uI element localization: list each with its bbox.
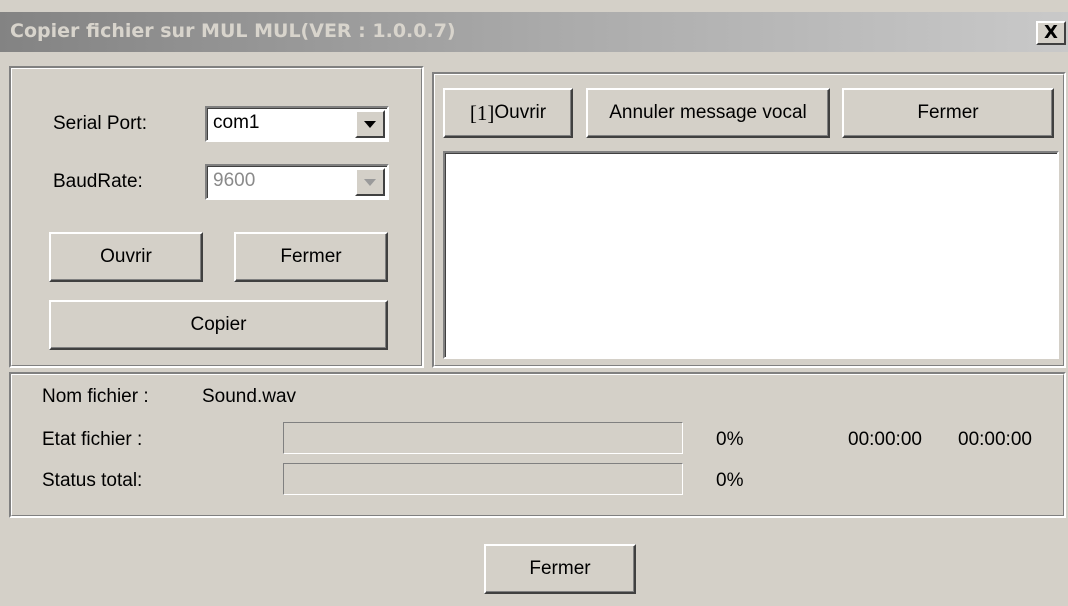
open-file-button[interactable]: [1] Ouvrir	[443, 88, 573, 138]
remaining-time: 00:00:00	[958, 429, 1032, 450]
file-percent: 0%	[716, 429, 744, 450]
baudrate-value: 9600	[213, 170, 256, 191]
serial-port-value: com1	[213, 112, 260, 133]
cancel-voice-message-button[interactable]: Annuler message vocal	[586, 88, 830, 138]
baudrate-select: 9600	[205, 164, 389, 200]
window-title: Copier fichier sur MUL MUL(VER : 1.0.0.7…	[10, 20, 456, 42]
filename-value: Sound.wav	[202, 386, 297, 407]
voice-message-log[interactable]	[443, 151, 1059, 359]
footer-close-button[interactable]: Fermer	[484, 544, 636, 594]
open-file-prefix: [1]	[469, 100, 495, 125]
chevron-down-icon	[355, 168, 385, 196]
dialog-window: Copier fichier sur MUL MUL(VER : 1.0.0.7…	[0, 0, 1068, 606]
title-bar[interactable]: Copier fichier sur MUL MUL(VER : 1.0.0.7…	[0, 12, 1068, 52]
total-percent: 0%	[716, 470, 744, 491]
baudrate-label: BaudRate:	[53, 171, 143, 192]
total-progress-bar	[283, 463, 683, 495]
close-icon[interactable]: X	[1036, 21, 1066, 45]
file-progress-bar	[283, 422, 683, 454]
total-status-label: Status total:	[42, 470, 143, 491]
open-file-label: Ouvrir	[494, 102, 547, 123]
file-state-label: Etat fichier :	[42, 429, 143, 450]
close-port-button[interactable]: Fermer	[234, 232, 388, 282]
chevron-down-icon[interactable]	[355, 110, 385, 138]
serial-port-select[interactable]: com1	[205, 106, 389, 142]
open-port-button[interactable]: Ouvrir	[49, 232, 203, 282]
serial-port-label: Serial Port:	[53, 113, 147, 134]
elapsed-time: 00:00:00	[848, 429, 922, 450]
copy-button[interactable]: Copier	[49, 300, 388, 350]
close-voice-button[interactable]: Fermer	[842, 88, 1054, 138]
filename-label: Nom fichier :	[42, 386, 149, 407]
